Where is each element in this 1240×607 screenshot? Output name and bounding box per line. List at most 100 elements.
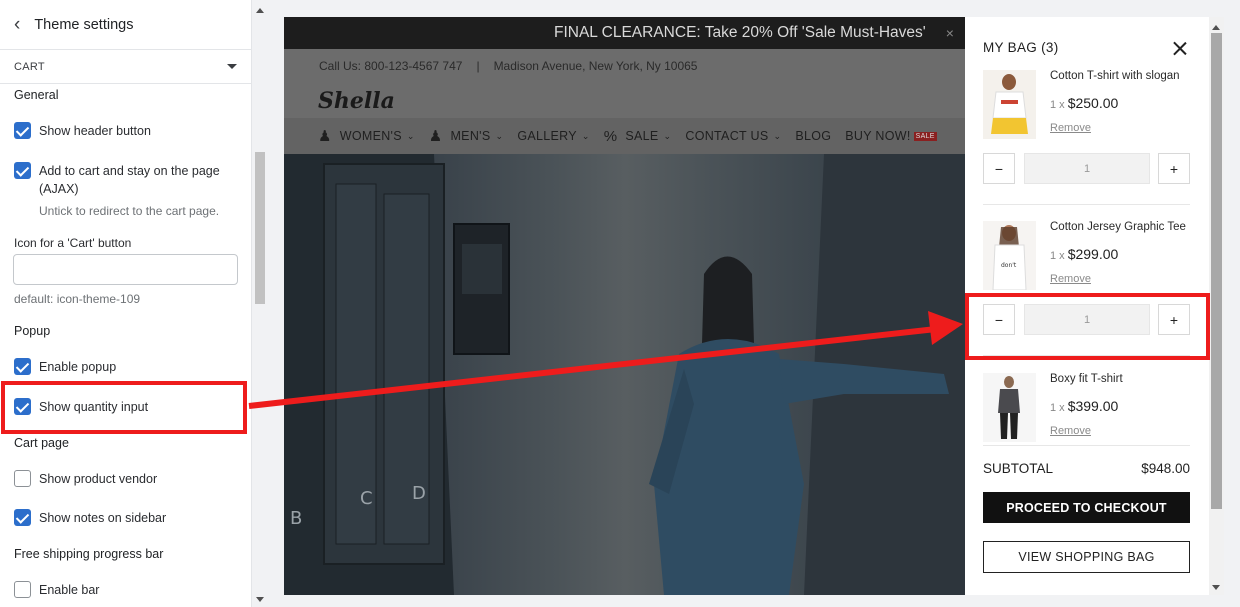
qty-prefix: 1 x bbox=[1050, 250, 1065, 262]
price-value: $299.00 bbox=[1067, 246, 1119, 262]
quantity-input[interactable]: 1 bbox=[1024, 153, 1150, 184]
scroll-down-icon[interactable] bbox=[1212, 585, 1220, 590]
group-heading-general: General bbox=[14, 88, 59, 102]
product-thumbnail[interactable]: don't bbox=[983, 221, 1036, 290]
divider bbox=[983, 355, 1190, 356]
scroll-down-icon[interactable] bbox=[256, 597, 264, 602]
checkbox-show-product-vendor[interactable]: Show product vendor bbox=[14, 470, 157, 488]
close-icon[interactable] bbox=[1173, 41, 1187, 55]
sale-badge: SALE bbox=[913, 131, 937, 141]
checkbox-label-line1: Add to cart and stay on the page bbox=[39, 164, 220, 178]
svg-text:B: B bbox=[290, 508, 302, 529]
nav-gallery[interactable]: GALLERY ⌄ bbox=[517, 129, 589, 143]
drawer-scrollbar[interactable] bbox=[1209, 17, 1224, 595]
store-logo[interactable]: Shella bbox=[318, 88, 395, 114]
checkbox-checked-icon[interactable] bbox=[14, 509, 31, 526]
checkbox-unchecked-icon[interactable] bbox=[14, 470, 31, 487]
product-thumbnail[interactable] bbox=[983, 373, 1036, 442]
chevron-down-icon: ⌄ bbox=[773, 130, 782, 141]
checkbox-checked-icon[interactable] bbox=[14, 398, 31, 415]
svg-text:C: C bbox=[360, 488, 373, 509]
subtotal-label: SUBTOTAL bbox=[983, 461, 1054, 476]
subtotal-row: SUBTOTAL $948.00 bbox=[983, 461, 1190, 476]
qty-prefix: 1 x bbox=[1050, 402, 1065, 414]
scrollbar-thumb[interactable] bbox=[255, 152, 265, 304]
cart-title: MY BAG (3) bbox=[983, 40, 1059, 55]
svg-text:D: D bbox=[412, 483, 426, 504]
remove-link[interactable]: Remove bbox=[1050, 273, 1091, 285]
checkbox-label: Enable bar bbox=[39, 583, 100, 597]
nav-womens[interactable]: ♟ WOMEN'S ⌄ bbox=[318, 127, 415, 145]
nav-label: MEN'S bbox=[450, 129, 491, 143]
view-bag-button[interactable]: VIEW SHOPPING BAG bbox=[983, 541, 1190, 573]
chevron-down-icon: ⌄ bbox=[495, 130, 504, 141]
checkbox-show-quantity-input[interactable]: Show quantity input bbox=[14, 398, 148, 416]
quantity-stepper: − 1 + bbox=[983, 304, 1190, 335]
group-heading-cart-page: Cart page bbox=[14, 436, 69, 450]
help-text: Untick to redirect to the cart page. bbox=[39, 204, 220, 218]
quantity-input[interactable]: 1 bbox=[1024, 304, 1150, 335]
nav-blog[interactable]: BLOG bbox=[795, 129, 831, 143]
remove-link[interactable]: Remove bbox=[1050, 122, 1091, 134]
man-icon: ♟ bbox=[428, 128, 443, 145]
nav-label: GALLERY bbox=[517, 129, 577, 143]
product-photo bbox=[983, 373, 1036, 442]
product-name[interactable]: Boxy fit T-shirt bbox=[1050, 373, 1123, 385]
quantity-stepper: − 1 + bbox=[983, 153, 1190, 184]
section-header-cart[interactable]: CART bbox=[0, 50, 251, 84]
product-name[interactable]: Cotton Jersey Graphic Tee bbox=[1050, 221, 1186, 233]
checkbox-label: Show notes on sidebar bbox=[39, 511, 167, 525]
decrease-button[interactable]: − bbox=[983, 304, 1015, 335]
nav-label: WOMEN'S bbox=[339, 129, 402, 143]
scrollbar-thumb[interactable] bbox=[1211, 33, 1222, 509]
remove-link[interactable]: Remove bbox=[1050, 425, 1091, 437]
panel-scrollbar[interactable] bbox=[252, 0, 268, 607]
increase-button[interactable]: + bbox=[1158, 304, 1190, 335]
chevron-down-icon: ⌄ bbox=[581, 130, 590, 141]
checkbox-label: Show product vendor bbox=[39, 472, 158, 486]
product-thumbnail[interactable] bbox=[983, 70, 1036, 139]
cart-icon-input[interactable] bbox=[13, 254, 238, 285]
checkbox-unchecked-icon[interactable] bbox=[14, 581, 31, 598]
nav-contact[interactable]: CONTACT US ⌄ bbox=[685, 129, 781, 143]
nav-label: CONTACT US bbox=[685, 129, 769, 143]
group-heading-popup: Popup bbox=[14, 324, 51, 338]
contact-address: Madison Avenue, New York, Ny 10065 bbox=[493, 59, 698, 73]
nav-label: BLOG bbox=[795, 129, 832, 143]
chevron-down-icon: ⌄ bbox=[406, 130, 415, 141]
nav-label: BUY NOW! bbox=[845, 129, 911, 143]
scroll-up-icon[interactable] bbox=[256, 8, 264, 13]
checkout-button[interactable]: PROCEED TO CHECKOUT bbox=[983, 492, 1190, 523]
checkbox-label: Show quantity input bbox=[39, 400, 149, 414]
divider bbox=[983, 204, 1190, 205]
field-default-text: default: icon-theme-109 bbox=[14, 292, 141, 306]
nav-buy-now[interactable]: BUY NOW! SALE bbox=[845, 129, 937, 143]
subtotal-value: $948.00 bbox=[1141, 461, 1190, 476]
product-price: 1 x $399.00 bbox=[1050, 398, 1118, 414]
checkbox-checked-icon[interactable] bbox=[14, 358, 31, 375]
contact-separator: | bbox=[476, 59, 480, 73]
cart-drawer: MY BAG (3) Cotton T-shirt with slogan 1 … bbox=[965, 17, 1209, 595]
checkbox-add-to-cart-ajax[interactable]: Add to cart and stay on the page (AJAX) bbox=[14, 162, 220, 198]
checkbox-label: Show header button bbox=[39, 124, 151, 138]
checkbox-enable-popup[interactable]: Enable popup bbox=[14, 358, 116, 376]
chevron-left-icon[interactable]: ‹ bbox=[14, 15, 20, 34]
checkbox-checked-icon[interactable] bbox=[14, 122, 31, 139]
price-value: $399.00 bbox=[1067, 398, 1119, 414]
settings-panel: ‹ Theme settings CART General Show heade… bbox=[0, 0, 252, 607]
nav-mens[interactable]: ♟ MEN'S ⌄ bbox=[429, 127, 504, 145]
product-name[interactable]: Cotton T-shirt with slogan bbox=[1050, 70, 1180, 82]
nav-sale[interactable]: % SALE ⌄ bbox=[604, 128, 672, 145]
decrease-button[interactable]: − bbox=[983, 153, 1015, 184]
svg-text:don't: don't bbox=[1001, 262, 1017, 269]
section-title: CART bbox=[14, 60, 45, 73]
caret-down-icon[interactable] bbox=[227, 64, 237, 69]
checkbox-enable-bar[interactable]: Enable bar bbox=[14, 581, 99, 599]
checkbox-show-notes-sidebar[interactable]: Show notes on sidebar bbox=[14, 509, 166, 527]
scroll-up-icon[interactable] bbox=[1212, 25, 1220, 30]
checkbox-checked-icon[interactable] bbox=[14, 162, 31, 179]
increase-button[interactable]: + bbox=[1158, 153, 1190, 184]
product-price: 1 x $299.00 bbox=[1050, 246, 1118, 262]
promo-close-icon[interactable]: × bbox=[946, 25, 954, 41]
checkbox-show-header-button[interactable]: Show header button bbox=[14, 122, 151, 140]
